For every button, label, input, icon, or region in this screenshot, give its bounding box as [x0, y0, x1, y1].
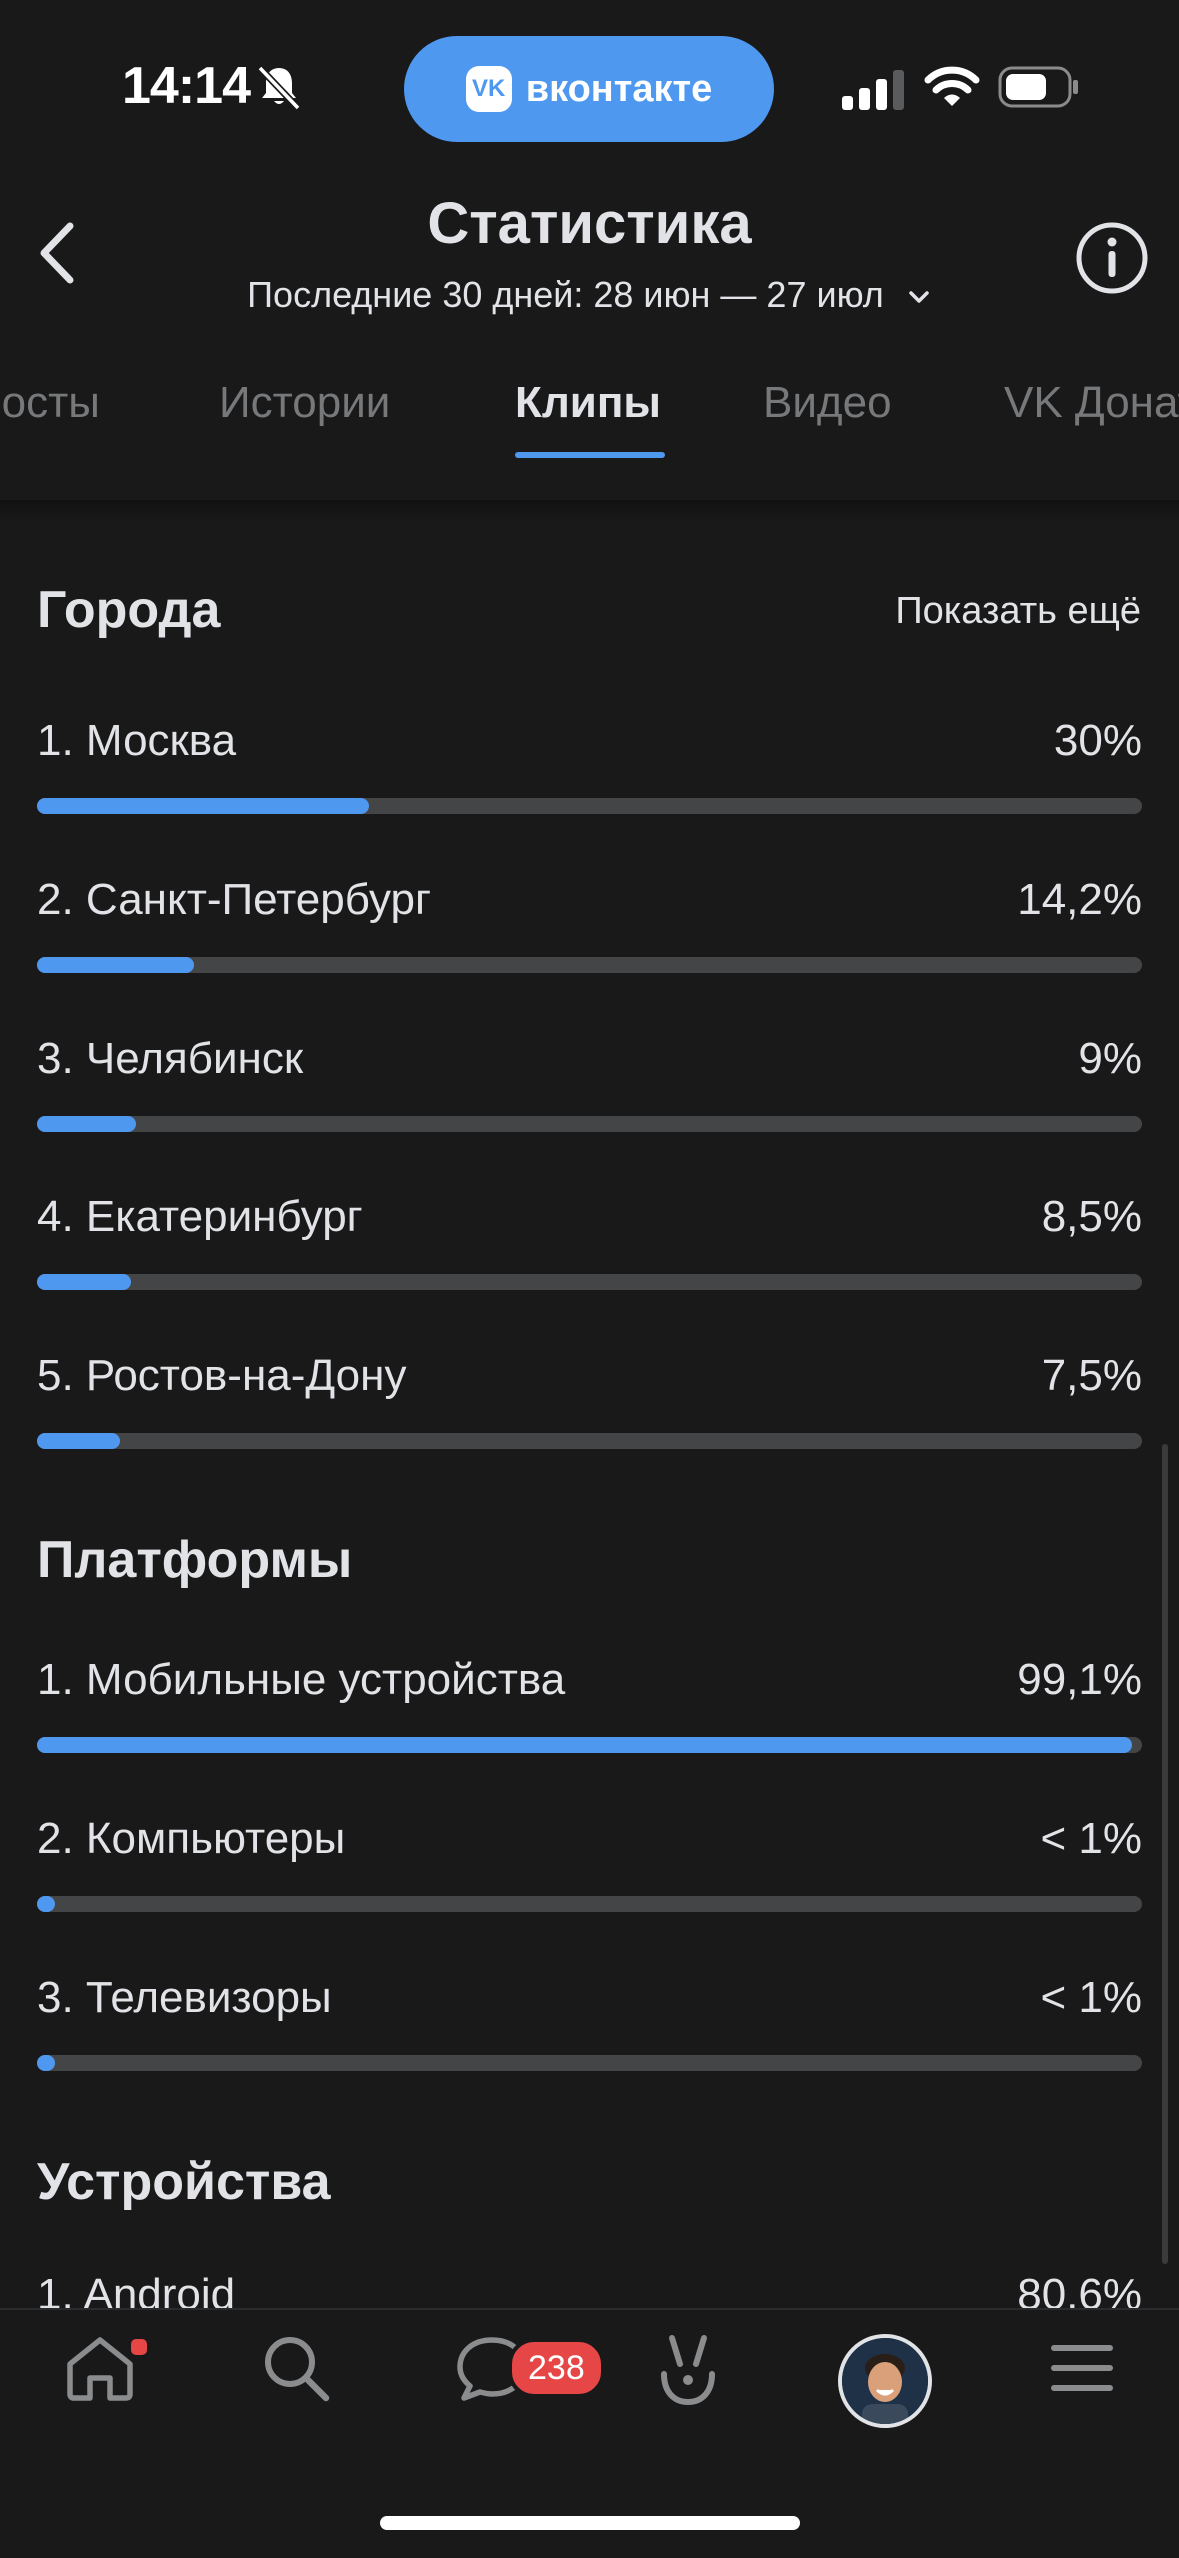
app-pill[interactable]: VK вконтакте: [404, 36, 774, 142]
bar-track: [37, 957, 1142, 973]
platform-row: 3. Телевизоры < 1%: [37, 1973, 1142, 2093]
page-title: Статистика: [427, 191, 752, 256]
bar-fill: [37, 1433, 120, 1449]
avatar-image: [842, 2338, 928, 2424]
row-value: < 1%: [1040, 1814, 1142, 1863]
row-label: 2. Санкт-Петербург: [37, 875, 432, 924]
bar-fill: [37, 1116, 137, 1132]
app-pill-label: вконтакте: [525, 67, 713, 110]
clips-icon[interactable]: [650, 2330, 726, 2410]
platform-row: 2. Компьютеры < 1%: [37, 1814, 1142, 1934]
row-label: 4. Екатеринбург: [37, 1192, 363, 1241]
bar-track: [37, 798, 1142, 814]
tab-clips[interactable]: Клипы: [515, 378, 661, 428]
row-value: 14,2%: [1017, 875, 1142, 924]
city-row: 1. Москва 30%: [37, 716, 1142, 836]
bar-fill: [37, 957, 194, 973]
row-label: 1. Android: [37, 2270, 236, 2308]
row-label: 3. Челябинск: [37, 1034, 304, 1083]
row-label: 5. Ростов-на-Дону: [37, 1351, 407, 1400]
bar-fill: [37, 1737, 1133, 1753]
profile-avatar[interactable]: [838, 2334, 932, 2428]
tab-posts[interactable]: Посты: [0, 378, 100, 428]
platform-row: 1. Мобильные устройства 99,1%: [37, 1655, 1142, 1775]
info-icon[interactable]: [1074, 220, 1150, 296]
city-row: 3. Челябинск 9%: [37, 1034, 1142, 1154]
period-selector[interactable]: Последние 30 дней: 28 июн — 27 июл: [0, 274, 1179, 316]
row-value: 7,5%: [1041, 1351, 1142, 1400]
section-title-devices: Устройства: [37, 2153, 331, 2211]
home-indicator: [380, 2516, 800, 2530]
row-value: 99,1%: [1017, 1655, 1142, 1704]
messages-badge: 238: [508, 2338, 605, 2398]
section-title-cities: Города: [37, 581, 221, 639]
bar-fill: [37, 1896, 55, 1912]
header-divider: [0, 500, 1179, 522]
section-tabs: Посты Истории Клипы Видео VK Донат: [0, 360, 1179, 500]
signal-icon: [842, 70, 904, 110]
row-label: 2. Компьютеры: [37, 1814, 346, 1863]
row-label: 3. Телевизоры: [37, 1973, 332, 2022]
menu-icon[interactable]: [1044, 2330, 1120, 2406]
chevron-down-icon: [909, 291, 929, 304]
city-row: 5. Ростов-на-Дону 7,5%: [37, 1351, 1142, 1471]
active-tab-indicator: [515, 452, 665, 458]
tab-video[interactable]: Видео: [763, 378, 892, 428]
row-value: 8,5%: [1041, 1192, 1142, 1241]
row-label: 1. Москва: [37, 716, 237, 765]
city-row: 2. Санкт-Петербург 14,2%: [37, 875, 1142, 995]
home-notification-dot: [128, 2336, 150, 2358]
section-title-platforms: Платформы: [37, 1531, 353, 1589]
row-value: 80,6%: [1017, 2270, 1142, 2308]
vk-logo-icon: VK: [465, 66, 512, 112]
bar-track: [37, 1433, 1142, 1449]
device-row: 1. Android 80,6%: [37, 2270, 1142, 2308]
home-icon[interactable]: [62, 2330, 138, 2406]
search-icon[interactable]: [258, 2330, 334, 2406]
bar-track: [37, 1274, 1142, 1290]
period-label: Последние 30 дней: 28 июн — 27 июл: [247, 274, 884, 315]
row-value: 30%: [1053, 716, 1142, 765]
scroll-indicator[interactable]: [1162, 1444, 1168, 2264]
city-row: 4. Екатеринбург 8,5%: [37, 1192, 1142, 1312]
row-value: 9%: [1078, 1034, 1142, 1083]
status-time: 14:14: [122, 57, 251, 115]
status-bar: 14:14 VK вконтакте: [0, 0, 1179, 180]
bar-fill: [37, 798, 369, 814]
row-label: 1. Мобильные устройства: [37, 1655, 566, 1704]
battery-icon: [998, 66, 1078, 108]
bar-fill: [37, 1274, 131, 1290]
stats-content[interactable]: Города Показать ещё 1. Москва 30% 2. Сан…: [0, 522, 1179, 2308]
tab-stories[interactable]: Истории: [219, 378, 390, 428]
bar-track: [37, 1896, 1142, 1912]
wifi-icon: [924, 66, 980, 106]
tab-vk-donut[interactable]: VK Донат: [1004, 378, 1179, 428]
bell-slash-icon: [257, 65, 301, 111]
bar-track: [37, 1737, 1142, 1753]
bar-track: [37, 1116, 1142, 1132]
row-value: < 1%: [1040, 1973, 1142, 2022]
bar-track: [37, 2055, 1142, 2071]
bar-fill: [37, 2055, 55, 2071]
show-more-button[interactable]: Показать ещё: [895, 590, 1141, 633]
